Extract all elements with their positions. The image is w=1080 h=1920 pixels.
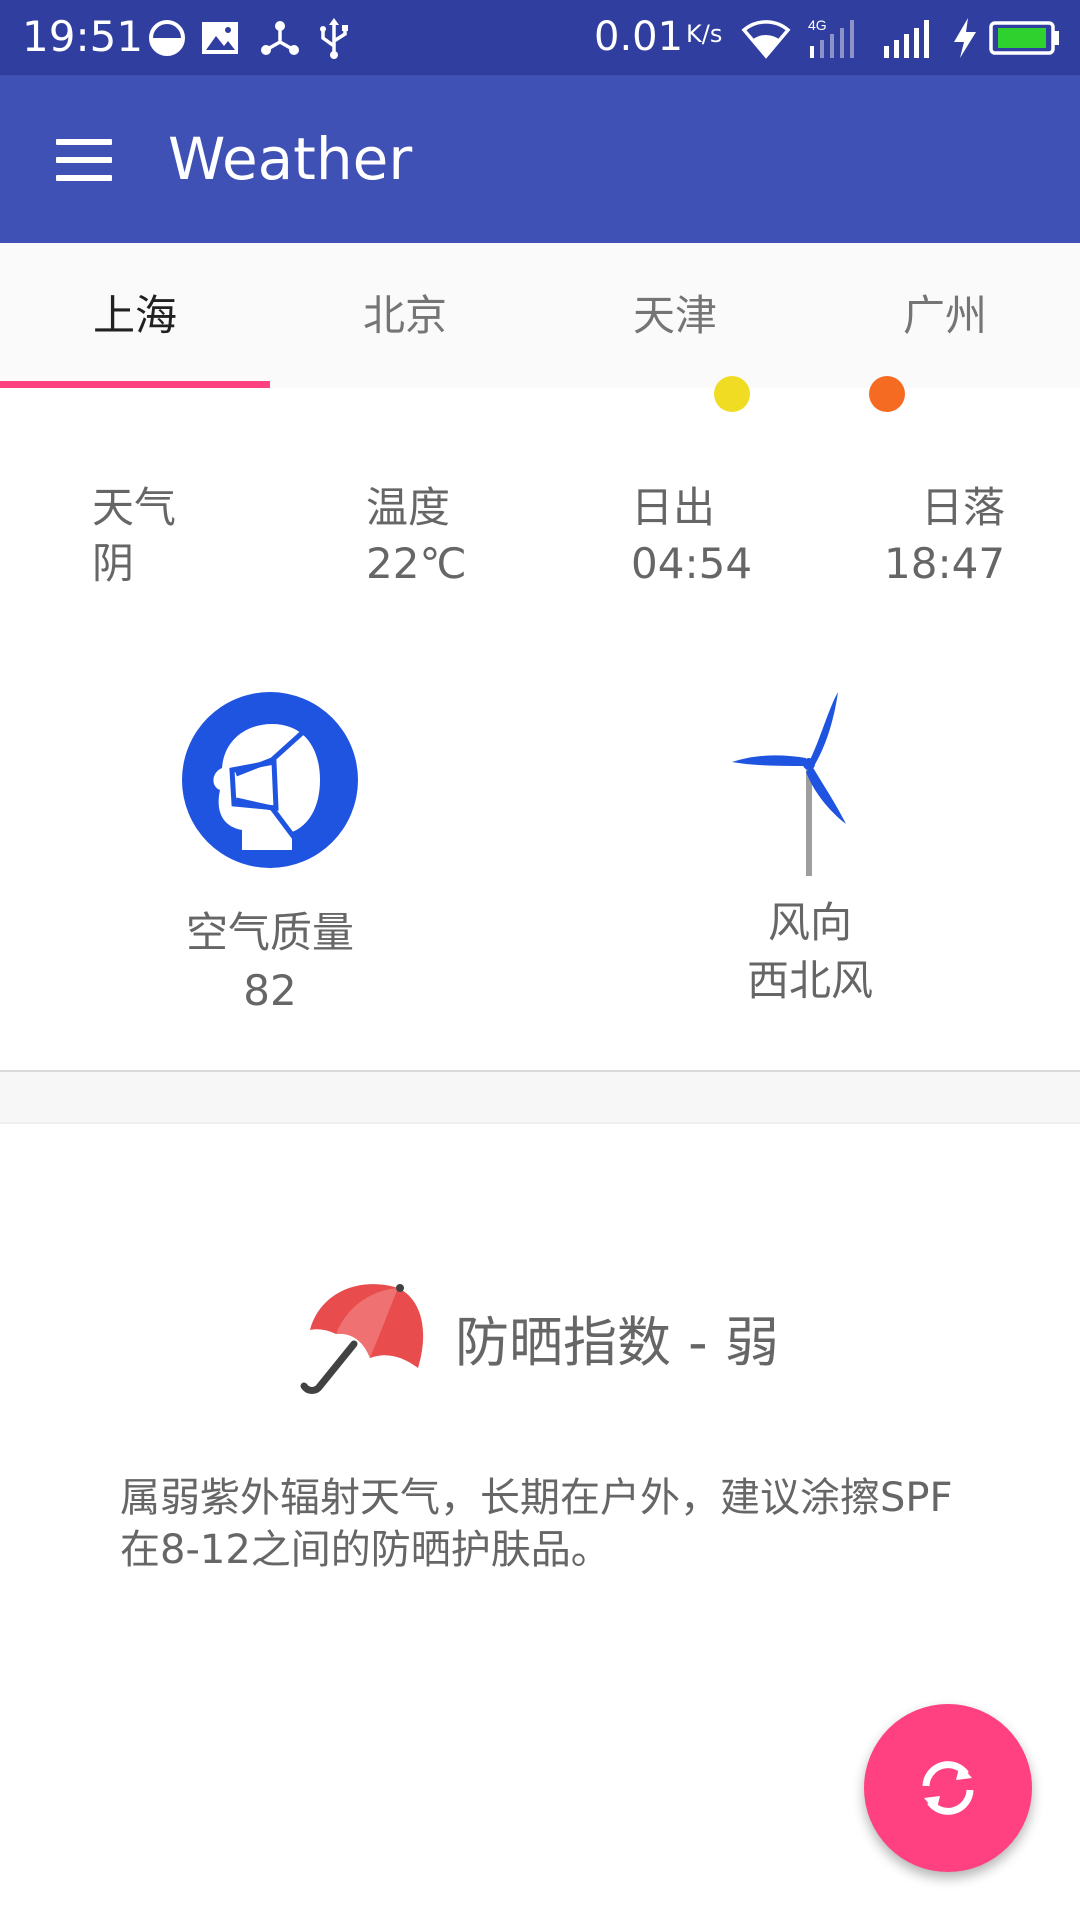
face-mask-icon [182, 692, 358, 868]
battery-icon [989, 21, 1059, 55]
status-time: 19:51 [22, 12, 144, 61]
air-quality-value: 82 [243, 966, 297, 1015]
network-type-label: 4G [808, 17, 827, 33]
usb-icon [320, 18, 348, 59]
status-bar: 19:51 0.01 K/s 4G [0, 0, 1080, 75]
sunrise-label: 日出 [631, 483, 716, 532]
weather-info: 天气 阴 [92, 480, 176, 592]
tab-indicator [0, 381, 270, 388]
sunset-value: 18:47 [884, 539, 1006, 588]
air-quality-label: 空气质量 [185, 908, 354, 957]
sunset-info: 日落 18:47 [884, 480, 1005, 592]
network-speed: 0.01 [594, 14, 684, 60]
sunrise-info: 日出 04:54 [631, 480, 752, 592]
app-title: Weather [168, 125, 413, 193]
hamburger-menu-icon[interactable] [48, 125, 118, 195]
sunscreen-description: 属弱紫外辐射天气，长期在户外，建议涂擦SPF在8-12之间的防晒护肤品。 [120, 1475, 953, 1573]
refresh-button[interactable] [864, 1704, 1032, 1872]
temperature-label: 温度 [366, 483, 451, 532]
section-divider [0, 1070, 1080, 1124]
tab-guangzhou[interactable]: 广州 [810, 243, 1080, 388]
wind-label: 风向 [767, 898, 852, 947]
umbrella-icon [300, 1284, 424, 1394]
app-bar: Weather [0, 75, 1080, 243]
data-saver-icon [149, 20, 185, 56]
air-quality-card: 空气质量 82 [150, 680, 390, 1020]
sun-marker-dot [714, 376, 750, 412]
wind-turbine-icon [732, 692, 846, 876]
temperature-info: 温度 22℃ [366, 480, 467, 592]
sunscreen-card: 防晒指数 - 弱 [280, 1268, 840, 1408]
network-speed-unit: K/s [686, 20, 723, 48]
sunscreen-title: 防晒指数 - 弱 [455, 1311, 779, 1374]
refresh-icon [922, 1761, 974, 1815]
wind-card: 风向 西北风 [690, 680, 930, 1010]
image-icon [202, 22, 238, 54]
wifi-icon [741, 20, 791, 59]
tab-tianjin[interactable]: 天津 [540, 243, 810, 388]
weather-value: 阴 [92, 539, 135, 588]
signal-icon [884, 20, 929, 58]
weather-label: 天气 [92, 483, 177, 532]
sunset-label: 日落 [921, 483, 1006, 532]
sunset-marker-dot [869, 376, 905, 412]
signal-4g-icon: 4G [808, 17, 854, 58]
tab-shanghai[interactable]: 上海 [0, 243, 270, 388]
tab-beijing[interactable]: 北京 [270, 243, 540, 388]
sunrise-value: 04:54 [631, 539, 753, 588]
wind-value: 西北风 [746, 956, 873, 1005]
usb-tether-icon [261, 21, 299, 55]
charging-icon [954, 18, 976, 58]
city-tabs: 上海 北京 天津 广州 [0, 243, 1080, 388]
temperature-value: 22℃ [366, 539, 467, 588]
